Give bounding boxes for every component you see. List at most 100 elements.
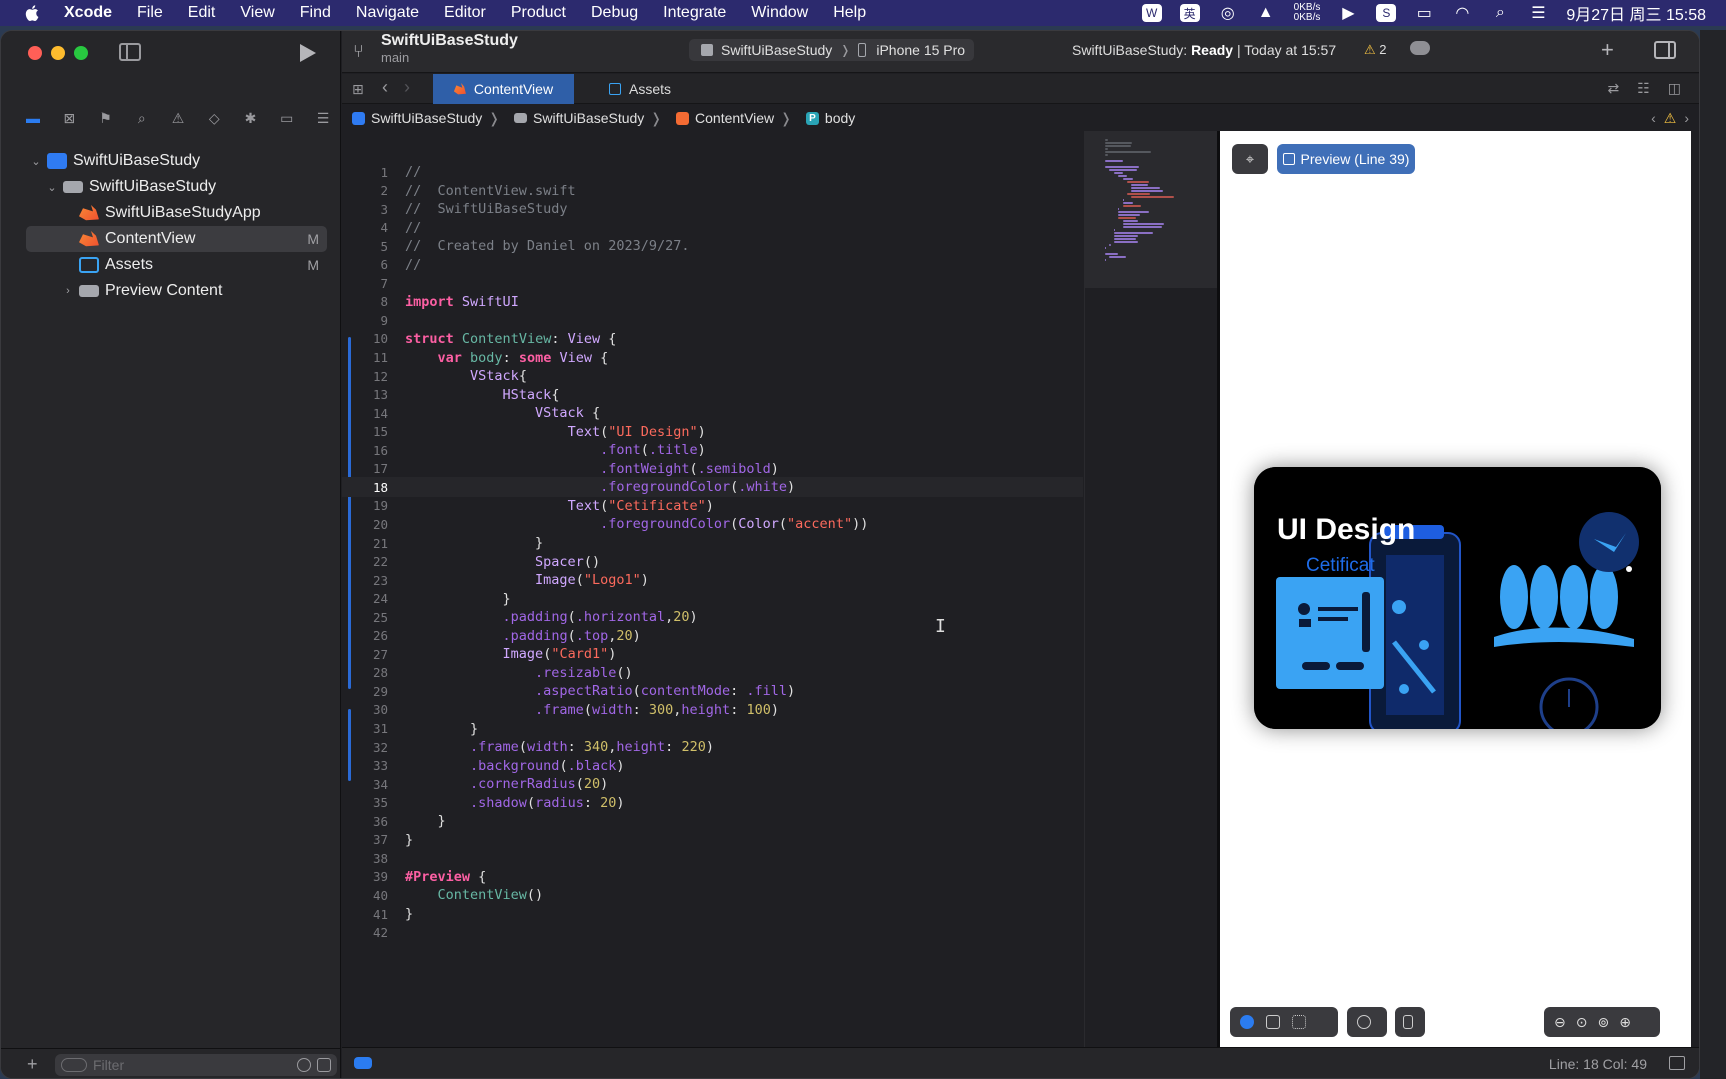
zoom-actual-icon[interactable]: ⊚ [1597, 1014, 1609, 1031]
tree-item-contentview[interactable]: ContentView M [26, 226, 327, 252]
spotlight-search-icon[interactable]: ⌕ [1490, 4, 1510, 22]
code-line[interactable]: 33 .background(.black) [342, 756, 1083, 776]
code-line[interactable]: 38 [342, 848, 1083, 868]
menu-editor[interactable]: Editor [444, 4, 486, 22]
code-line[interactable]: 19 Text("Cetificate") [342, 496, 1083, 516]
code-line[interactable]: 1 // [342, 162, 1083, 182]
menu-file[interactable]: File [137, 4, 163, 22]
toggle-debug-area-icon[interactable] [1669, 1056, 1685, 1070]
play-status-icon[interactable]: ▶ [1338, 4, 1358, 22]
editor-options-icon[interactable]: ☷ [1637, 80, 1650, 97]
menubar-clock[interactable]: 9月27日 周三 15:58 [1566, 1, 1706, 25]
selectable-mode-icon[interactable] [1266, 1015, 1280, 1029]
code-line[interactable]: 34 .cornerRadius(20) [342, 774, 1083, 794]
code-line[interactable]: 39 #Preview { [342, 867, 1083, 887]
debug-area-toggle-icon[interactable] [354, 1057, 372, 1069]
code-line[interactable]: 25 .padding(.horizontal,20) [342, 607, 1083, 627]
folder-navigator-icon[interactable]: ▬ [23, 109, 43, 127]
test-navigator-icon[interactable]: ◇ [204, 109, 224, 127]
navigate-forward-icon[interactable]: › [404, 77, 410, 98]
related-items-grid-icon[interactable]: ⊞ [352, 81, 364, 98]
code-line[interactable]: 40 ContentView() [342, 885, 1083, 905]
wifi-icon[interactable]: ◠ [1452, 4, 1472, 22]
code-line[interactable]: 28 .resizable() [342, 663, 1083, 683]
minimap[interactable] [1084, 131, 1217, 1049]
code-line[interactable]: 13 HStack{ [342, 385, 1083, 405]
breadcrumb-group[interactable]: SwiftUiBaseStudy [504, 110, 644, 126]
disclosure-open-icon[interactable]: ⌄ [45, 181, 59, 194]
code-line[interactable]: 11 var body: some View { [342, 348, 1083, 368]
report-navigator-icon[interactable]: ☰ [313, 109, 333, 127]
source-control-navigator-icon[interactable]: ⊠ [59, 109, 79, 127]
code-line[interactable]: 20 .foregroundColor(Color("accent")) [342, 514, 1083, 534]
breakpoint-navigator-icon[interactable]: ▭ [277, 109, 297, 127]
next-issue-icon[interactable]: › [1684, 110, 1689, 127]
code-line[interactable]: 18 .foregroundColor(.white) [342, 477, 1083, 498]
code-line[interactable]: 27 Image("Card1") [342, 644, 1083, 664]
battery-icon[interactable]: ▭ [1414, 4, 1434, 22]
code-line[interactable]: 21 } [342, 533, 1083, 553]
code-line[interactable]: 4 // [342, 218, 1083, 238]
menu-product[interactable]: Product [511, 4, 566, 22]
code-line[interactable]: 29 .aspectRatio(contentMode: .fill) [342, 681, 1083, 701]
toggle-inspector-icon[interactable] [1654, 41, 1676, 59]
minimize-window-button[interactable] [51, 46, 65, 60]
tree-item-group[interactable]: ⌄ SwiftUiBaseStudy [1, 174, 341, 200]
pin-preview-button[interactable]: ⌖ [1232, 144, 1268, 174]
apple-menu-icon[interactable] [24, 4, 42, 22]
zoom-in-icon[interactable]: ⊕ [1619, 1014, 1631, 1031]
code-line[interactable]: 3 // SwiftUiBaseStudy [342, 199, 1083, 219]
menu-debug[interactable]: Debug [591, 4, 638, 22]
app-s-icon[interactable]: S [1376, 4, 1397, 22]
toggle-navigator-icon[interactable] [119, 43, 141, 61]
code-line[interactable]: 26 .padding(.top,20) [342, 626, 1083, 646]
code-line[interactable]: 7 [342, 273, 1083, 293]
code-line[interactable]: 2 // ContentView.swift [342, 181, 1083, 201]
code-line[interactable]: 23 Image("Logo1") [342, 570, 1083, 590]
code-line[interactable]: 15 Text("UI Design") [342, 422, 1083, 442]
find-navigator-icon[interactable]: ⌕ [132, 109, 152, 127]
branch-name[interactable]: main [381, 50, 409, 65]
tree-item-app-file[interactable]: SwiftUiBaseStudyApp [1, 200, 341, 226]
code-line[interactable]: 12 VStack{ [342, 366, 1083, 386]
control-center-icon[interactable]: ☰ [1528, 4, 1548, 22]
menu-help[interactable]: Help [833, 4, 866, 22]
code-line[interactable]: 41} [342, 904, 1083, 924]
tree-item-assets[interactable]: Assets M [1, 252, 341, 278]
split-editor-icon[interactable]: ◫ [1668, 80, 1681, 97]
previous-issue-icon[interactable]: ‹ [1651, 110, 1656, 127]
zoom-out-icon[interactable]: ⊖ [1554, 1014, 1566, 1031]
menu-navigate[interactable]: Navigate [356, 4, 419, 22]
code-line[interactable]: 37} [342, 830, 1083, 850]
code-line[interactable]: 5 // Created by Daniel on 2023/9/27. [342, 236, 1083, 256]
bookmark-navigator-icon[interactable]: ⚑ [96, 109, 116, 127]
disclosure-closed-icon[interactable]: › [61, 285, 75, 297]
zoom-window-button[interactable] [74, 46, 88, 60]
menu-view[interactable]: View [240, 4, 274, 22]
recent-files-icon[interactable] [297, 1057, 311, 1072]
zoom-fit-icon[interactable]: ⊙ [1576, 1014, 1588, 1031]
wechat-icon[interactable]: ◎ [1218, 4, 1238, 22]
preview-selector-button[interactable]: Preview (Line 39) [1277, 144, 1415, 174]
disclosure-open-icon[interactable]: ⌄ [29, 155, 43, 168]
code-line[interactable]: 8 import SwiftUI [342, 292, 1083, 312]
live-mode-icon[interactable] [1240, 1015, 1254, 1029]
code-line[interactable]: 31 } [342, 719, 1083, 739]
code-line[interactable]: 22 Spacer() [342, 552, 1083, 572]
menu-edit[interactable]: Edit [188, 4, 216, 22]
menu-app-xcode[interactable]: Xcode [64, 4, 112, 22]
tab-contentview[interactable]: ContentView [433, 74, 574, 104]
code-line[interactable]: 35 .shadow(radius: 20) [342, 793, 1083, 813]
swap-icon[interactable]: ⇄ [1607, 80, 1619, 97]
scheme-selector[interactable]: SwiftUiBaseStudy ❭ iPhone 15 Pro [689, 39, 974, 61]
input-method-icon[interactable]: 英 [1179, 4, 1200, 22]
breadcrumb-symbol[interactable]: Pbody [796, 110, 855, 126]
code-line[interactable]: 30 .frame(width: 300,height: 100) [342, 700, 1083, 720]
navigate-back-icon[interactable]: ‹ [382, 77, 388, 98]
source-editor[interactable]: I 1//2// ContentView.swift 3// SwiftUiBas… [342, 131, 1083, 1049]
menu-window[interactable]: Window [751, 4, 808, 22]
menu-integrate[interactable]: Integrate [663, 4, 726, 22]
tab-assets[interactable]: Assets [597, 74, 697, 104]
scheme-name[interactable]: SwiftUiBaseStudy [721, 42, 832, 58]
device-settings-button[interactable] [1347, 1007, 1387, 1037]
